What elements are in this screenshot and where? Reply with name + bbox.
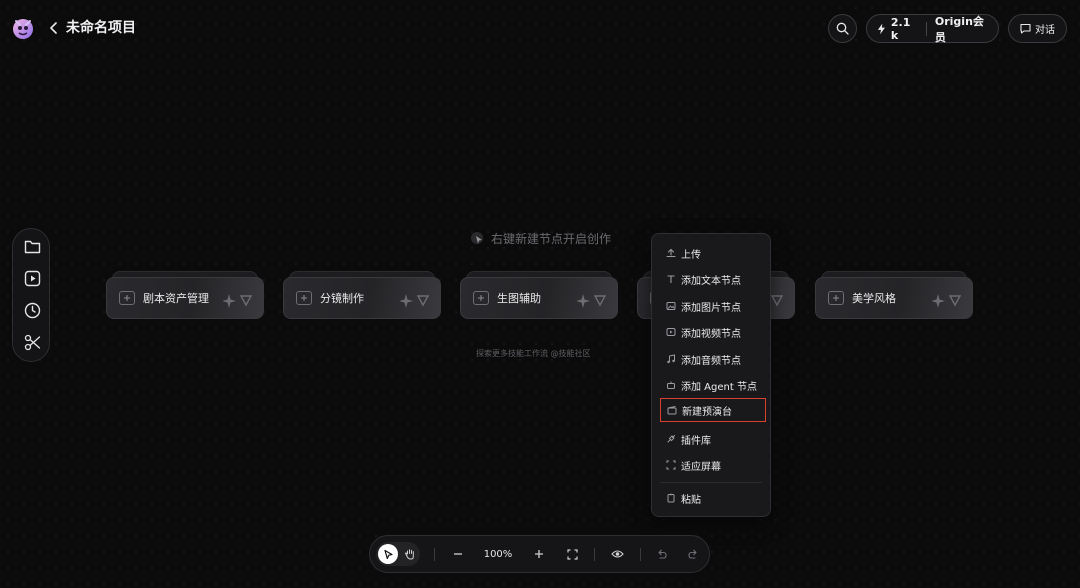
skill-card[interactable]: 生图辅助 [460,271,618,319]
fit-view-button[interactable] [564,545,580,563]
skill-card[interactable]: 剧本资产管理 [106,271,264,319]
chat-icon [1020,23,1031,34]
upload-icon [665,248,676,259]
skill-card-label: 生图辅助 [497,292,541,305]
search-icon [836,22,849,35]
clapperboard-icon [666,405,677,416]
divider [434,548,435,561]
text-icon [665,274,676,285]
workflow-icon [119,291,135,305]
plus-icon [535,550,543,558]
zoom-in-button[interactable] [531,545,547,563]
tool-switcher [376,542,420,566]
menu-item-add-image-node[interactable]: 添加图片节点 [652,294,770,318]
divider [594,548,595,561]
card-face: 分镜制作 [283,277,441,319]
workflow-icon [828,291,844,305]
skill-card[interactable]: 分镜制作 [283,271,441,319]
menu-item-label: 粘贴 [681,494,701,506]
scissors-icon[interactable] [22,332,42,352]
menu-item-new-preview-stage[interactable]: 新建预演台 [660,398,766,422]
menu-item-label: 插件库 [681,435,711,447]
menu-item-label: 添加文本节点 [681,275,741,287]
agent-icon [665,380,676,391]
skill-card[interactable]: 美学风格 [815,271,973,319]
menu-item-label: 添加图片节点 [681,302,741,314]
left-toolbar [12,228,50,362]
divider [925,21,927,36]
back-button[interactable] [46,18,62,38]
chat-label: 对话 [1035,25,1055,36]
paste-icon [665,493,676,504]
preview-button[interactable] [608,545,626,563]
card-face: 生图辅助 [460,277,618,319]
menu-item-label: 上传 [681,249,701,261]
undo-icon [657,549,667,559]
card-face: 美学风格 [815,277,973,319]
image-icon [665,301,676,312]
hand-icon [405,549,414,560]
bottom-toolbar: 100% [369,535,710,573]
skill-card-label: 美学风格 [852,292,896,305]
plugin-icon [665,434,676,445]
workflow-icon [296,291,312,305]
pointer-tool-button[interactable] [378,544,398,564]
search-button[interactable] [828,14,857,43]
context-menu: 上传 添加文本节点 添加图片节点 添加视频节点 添加音频节点 添加 Agent … [651,233,771,517]
menu-divider [660,482,762,483]
sparkle-icon [400,294,430,308]
menu-item-label: 添加音频节点 [681,355,741,367]
credits-count: 2.1 k [890,15,911,42]
menu-item-label: 适应屏幕 [681,461,721,473]
hand-tool-button[interactable] [400,544,420,564]
menu-item-add-audio-node[interactable]: 添加音频节点 [652,347,770,371]
clock-icon[interactable] [22,300,42,320]
chat-button[interactable]: 对话 [1008,14,1067,43]
menu-item-label: 添加视频节点 [681,328,741,340]
skill-card-label: 剧本资产管理 [143,292,209,305]
app-logo[interactable] [10,15,36,41]
menu-item-add-agent-node[interactable]: 添加 Agent 节点 [652,373,770,397]
chevron-left-icon [50,22,57,34]
menu-item-plugin-library[interactable]: 插件库 [652,427,770,451]
menu-item-fit-screen[interactable]: 适应屏幕 [652,453,770,477]
menu-item-add-video-node[interactable]: 添加视频节点 [652,320,770,344]
menu-item-label: 添加 Agent 节点 [681,381,757,393]
canvas-hint: 右键新建节点开启创作 [470,230,611,247]
membership-label: Origin会员 [934,14,984,44]
fit-screen-icon [665,460,676,471]
skill-card-label: 分镜制作 [320,292,364,305]
menu-item-label: 新建预演台 [682,406,732,418]
video-icon [665,327,676,338]
folder-icon[interactable] [22,236,42,256]
menu-item-paste[interactable]: 粘贴 [652,486,770,510]
zoom-level[interactable]: 100% [476,545,520,563]
video-play-icon[interactable] [22,268,42,288]
zoom-out-button[interactable] [450,545,466,563]
lightning-icon [877,23,885,34]
cursor-icon [383,549,393,559]
music-icon [665,354,676,365]
divider [640,548,641,561]
redo-button[interactable] [685,545,701,563]
project-title[interactable]: 未命名项目 [66,18,136,38]
cursor-click-icon [471,231,483,244]
sparkle-icon [577,294,607,308]
redo-icon [687,549,697,559]
minus-icon [454,553,462,555]
sparkle-icon [932,294,962,308]
sparkle-icon [223,294,253,308]
eye-icon [610,550,624,558]
card-face: 剧本资产管理 [106,277,264,319]
canvas-hint-text: 右键新建节点开启创作 [491,232,612,246]
menu-item-upload[interactable]: 上传 [652,241,770,265]
community-link[interactable]: 探索更多技能工作流 @技能社区 [476,348,591,359]
undo-button[interactable] [653,545,669,563]
credits-pill[interactable]: 2.1 k Origin会员 [866,14,999,44]
menu-item-add-text-node[interactable]: 添加文本节点 [652,267,770,291]
workflow-icon [473,291,489,305]
fullscreen-icon [566,548,578,560]
